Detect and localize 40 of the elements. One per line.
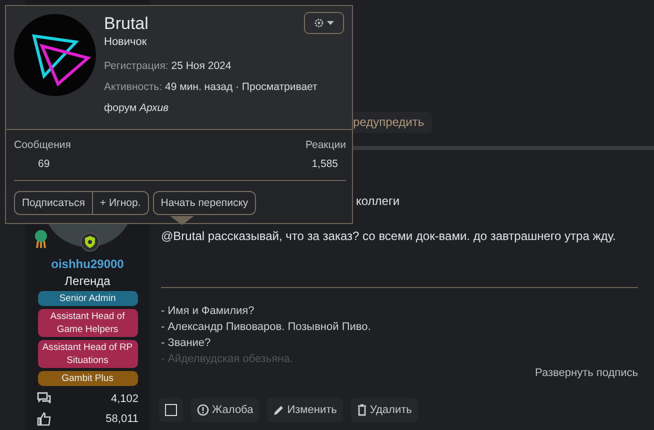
signature-line: - Имя и Фамилия? <box>161 304 256 319</box>
exclamation-icon <box>197 404 209 416</box>
activity-status: Активность: 49 мин. назад · Просматривает форум Архив <box>104 80 318 116</box>
settings-menu-button[interactable] <box>304 12 344 34</box>
expand-signature-link[interactable]: Развернуть подпись <box>535 367 638 379</box>
post-message: @Brutal рассказывай, что за заказ? со всеми док-вами. до завтрашнего утра жду. <box>161 229 617 243</box>
speech-bubbles-icon <box>36 392 52 406</box>
trash-icon <box>356 404 367 416</box>
stat-value: 4,102 <box>110 393 138 405</box>
user-banner: Senior Admin <box>38 291 138 306</box>
signature-line: - Александр Пивоваров. Позывной Пиво. <box>161 320 372 335</box>
select-button[interactable] <box>159 398 183 422</box>
follow-button[interactable]: Подписаться <box>15 192 92 214</box>
post-text: коллеги <box>356 194 401 209</box>
ignore-button[interactable]: + Игнор. <box>92 192 148 214</box>
stat-label: Реакции <box>305 139 346 151</box>
user-banner: Assistant Head of Game Helpers <box>38 309 138 337</box>
caret-icon <box>327 21 334 25</box>
pencil-icon <box>273 404 284 416</box>
stat-value: 58,011 <box>106 413 138 425</box>
registration-date: Регистрация: 25 Ноя 2024 <box>104 59 232 74</box>
shield-icon <box>80 232 100 252</box>
user-title: Легенда <box>64 274 110 288</box>
checkbox[interactable] <box>165 404 177 416</box>
thumbs-up-icon <box>36 412 52 426</box>
stat-value: 1,585 <box>312 158 338 170</box>
start-conversation-button[interactable]: Начать переписку <box>152 191 256 215</box>
member-name[interactable]: Brutal <box>104 14 148 34</box>
report-button[interactable]: Жалоба <box>191 398 260 422</box>
user-banner: Assistant Head of RP Situations <box>38 340 138 368</box>
stat-label: Сообщения <box>14 139 71 151</box>
edit-button[interactable]: Изменить <box>267 398 343 422</box>
stat-value: 69 <box>38 158 50 170</box>
signature-line: - Звание? <box>161 336 212 351</box>
delete-button[interactable]: Удалить <box>350 398 418 422</box>
username[interactable]: oishhu29000 <box>51 257 124 271</box>
gear-icon <box>314 18 324 28</box>
user-banner: Gambit Plus <box>38 371 138 386</box>
medal-icon <box>34 229 48 249</box>
member-title: Новичок <box>104 36 148 48</box>
